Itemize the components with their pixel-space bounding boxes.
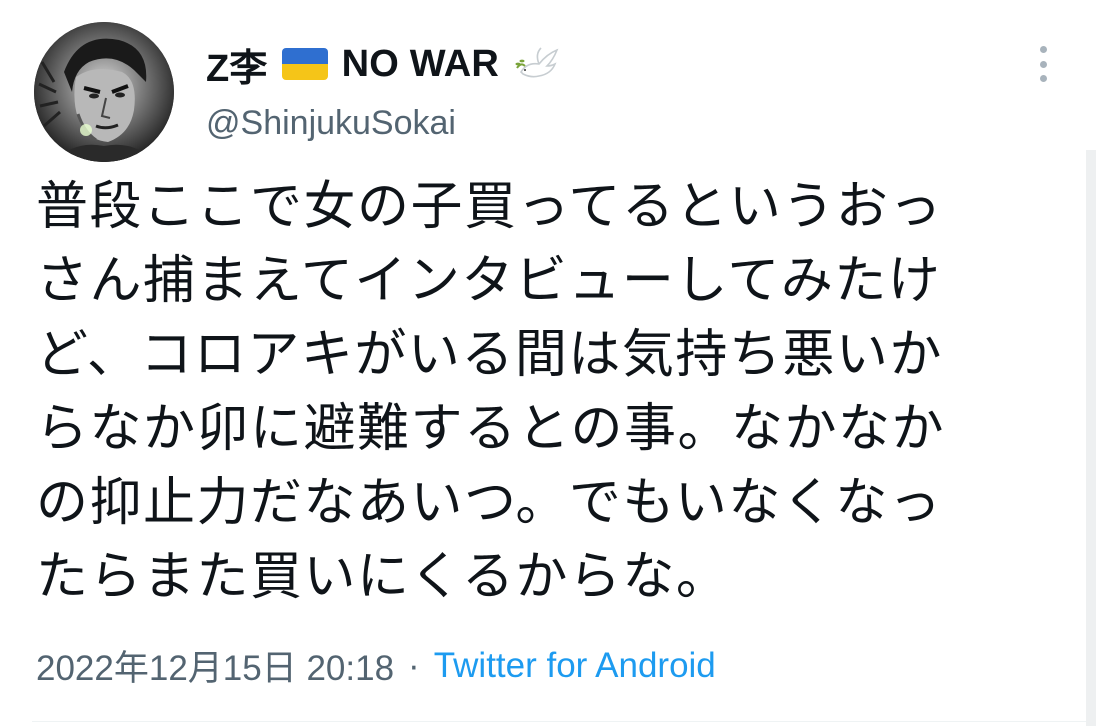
tweet-text-line: ど、コロアキがいる間は気持ち悪いか — [36, 325, 943, 385]
tweet-meta: 2022年12月15日 20:18 · Twitter for Android — [36, 640, 716, 691]
ukraine-flag-icon — [281, 48, 328, 80]
avatar[interactable] — [34, 22, 174, 162]
avatar-portrait-icon — [34, 22, 174, 162]
tweet-text-line: 普段ここで女の子買ってるというおっ — [36, 177, 943, 237]
tweet-text-line: たらまた買いにくるからな。 — [36, 547, 730, 607]
divider — [32, 721, 1086, 722]
tweet-text-line: らなか卯に避難するとの事。なかなか — [36, 399, 945, 459]
tweet-text-line: さん捕まえてインタビューしてみたけ — [36, 251, 942, 311]
display-name-suffix[interactable]: NO WAR — [342, 43, 499, 86]
tweet-text-line: の抑止力だなあいつ。でもいなくなっ — [36, 473, 943, 533]
tweet-text: 普段ここで女の子買ってるというおっ さん捕まえてインタビューしてみたけ ど、コロ… — [36, 170, 1056, 614]
user-handle[interactable]: @ShinjukuSokai — [206, 104, 456, 143]
tweet-source-link[interactable]: Twitter for Android — [434, 646, 716, 686]
tweet-card: Z李 NO WAR @ShinjukuSokai 普段ここで女の子買ってるという… — [0, 0, 1096, 726]
scrollbar-track[interactable] — [1086, 150, 1096, 726]
display-name[interactable]: Z李 — [206, 37, 268, 92]
dove-icon — [513, 44, 559, 84]
tweet-timestamp[interactable]: 2022年12月15日 20:18 — [36, 640, 394, 691]
meta-separator: · — [408, 645, 420, 685]
more-options-icon[interactable] — [1030, 46, 1056, 82]
display-name-row[interactable]: Z李 NO WAR — [206, 38, 559, 90]
